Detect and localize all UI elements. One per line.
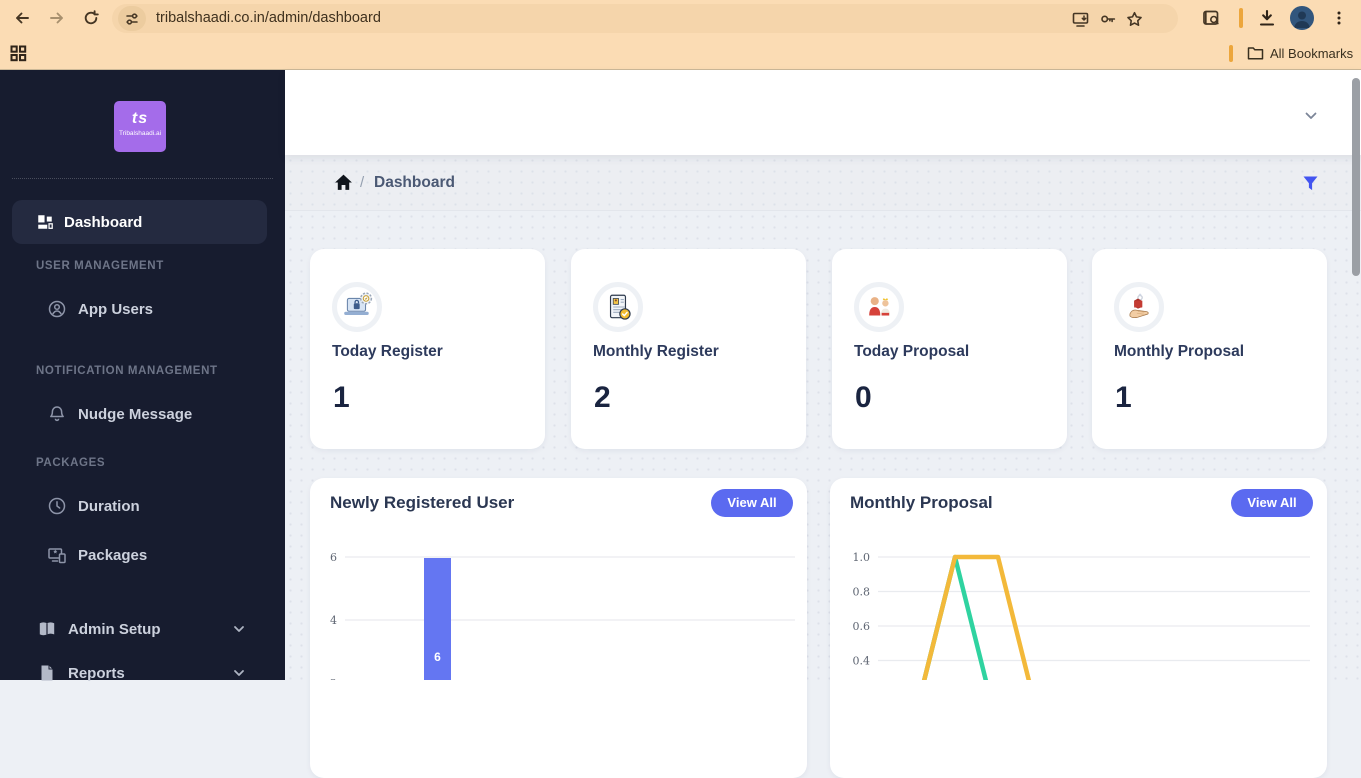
download-icon[interactable]: [1256, 7, 1278, 29]
view-all-button[interactable]: View All: [711, 489, 793, 517]
chart-title: Monthly Proposal: [850, 493, 993, 512]
book-icon: [39, 622, 55, 636]
laptop-register-icon: [332, 282, 382, 332]
app-logo[interactable]: ts Tribalshaadi.ai: [114, 101, 166, 152]
divider-bar: [1239, 8, 1243, 28]
couple-icon: [854, 282, 904, 332]
sidebar-section-notification-management: NOTIFICATION MANAGEMENT: [36, 365, 218, 377]
view-all-button[interactable]: View All: [1231, 489, 1313, 517]
svg-text:0.8: 0.8: [853, 586, 871, 599]
tune-icon: [126, 12, 138, 25]
bell-icon: [50, 406, 64, 422]
bookmarks-bar: All Bookmarks: [0, 37, 1361, 70]
sidebar-item-duration[interactable]: Duration: [47, 494, 140, 518]
page-header: [285, 70, 1361, 155]
browser-toolbar: tribalshaadi.co.in/admin/dashboard: [0, 0, 1361, 37]
chart-title: Newly Registered User: [330, 493, 515, 512]
scrollbar-thumb[interactable]: [1352, 78, 1360, 276]
sidebar-divider: [12, 178, 273, 179]
star-icon[interactable]: [1124, 9, 1144, 29]
dashboard-icon: [36, 213, 54, 231]
report-icon: [41, 665, 53, 681]
breadcrumb: / Dashboard: [285, 155, 1361, 211]
stat-card-today-register: Today Register 1: [310, 249, 545, 449]
breadcrumb-page[interactable]: Dashboard: [374, 155, 455, 211]
sidebar-item-app-users[interactable]: App Users: [47, 297, 153, 321]
screen-download-icon[interactable]: [1070, 9, 1090, 29]
svg-text:1.0: 1.0: [853, 551, 871, 564]
sidebar-item-dashboard[interactable]: Dashboard: [12, 200, 267, 244]
sidebar-item-label: Dashboard: [64, 213, 143, 231]
sidebar: ts Tribalshaadi.ai Dashboard USER MANAGE…: [0, 70, 285, 682]
svg-text:4: 4: [330, 614, 337, 627]
stat-label: Today Proposal: [854, 343, 970, 360]
svg-text:0.6: 0.6: [853, 620, 871, 633]
stat-card-today-proposal: Today Proposal 0: [832, 249, 1067, 449]
hand-ring-icon: [1114, 282, 1164, 332]
bar-chart: 6 4 2 6: [330, 551, 795, 680]
sidebar-item-label: App Users: [78, 300, 154, 318]
stat-label: Monthly Proposal: [1114, 343, 1245, 360]
apps-grid-icon[interactable]: [8, 41, 28, 65]
line-series-green[interactable]: [912, 554, 998, 680]
svg-text:6: 6: [330, 551, 337, 564]
chevron-down-icon: [234, 626, 244, 632]
sidebar-section-user-management: USER MANAGEMENT: [36, 260, 164, 272]
user-circle-icon: [48, 300, 66, 318]
search-tab-icon[interactable]: [1200, 7, 1222, 29]
stat-value: 1: [1115, 381, 1132, 414]
devices-icon: [48, 548, 66, 564]
kebab-menu-icon[interactable]: [1330, 8, 1348, 28]
sidebar-section-packages: PACKAGES: [36, 457, 106, 469]
stat-label: Today Register: [332, 343, 443, 360]
folder-icon: [1246, 45, 1264, 62]
url-text[interactable]: tribalshaadi.co.in/admin/dashboard: [156, 4, 381, 33]
document-check-icon: [593, 282, 643, 332]
logo-glyph: ts: [131, 110, 149, 127]
divider-bar: [1229, 45, 1233, 62]
chart-card-newly-registered: Newly Registered User View All 6 4 2 6: [310, 478, 807, 778]
chevron-down-icon: [234, 670, 244, 676]
stat-card-monthly-proposal: Monthly Proposal 1: [1092, 249, 1327, 449]
sidebar-item-packages[interactable]: Packages: [47, 543, 147, 567]
sidebar-item-label: Packages: [78, 546, 148, 564]
forward-icon[interactable]: [47, 8, 67, 28]
all-bookmarks-button[interactable]: All Bookmarks: [1270, 37, 1353, 70]
line-chart: 1.0 0.8 0.6 0.4: [853, 551, 1310, 680]
home-icon[interactable]: [334, 173, 353, 192]
key-icon[interactable]: [1098, 9, 1118, 29]
chevron-down-icon: [1305, 112, 1317, 119]
sidebar-item-label: Reports: [68, 664, 125, 682]
sidebar-item-admin-setup[interactable]: Admin Setup: [37, 617, 247, 641]
filter-icon[interactable]: [1302, 175, 1319, 192]
reload-icon[interactable]: [81, 8, 101, 28]
line-series-yellow[interactable]: [912, 554, 1041, 680]
stat-label: Monthly Register: [593, 343, 719, 360]
user-menu-chevron[interactable]: [1303, 108, 1319, 124]
stat-value: 1: [333, 381, 350, 414]
breadcrumb-separator: /: [360, 174, 365, 191]
sidebar-item-reports[interactable]: Reports: [37, 661, 247, 685]
url-bar[interactable]: tribalshaadi.co.in/admin/dashboard: [112, 4, 1178, 33]
stat-value: 0: [855, 381, 872, 414]
svg-text:0.4: 0.4: [853, 655, 871, 668]
chart-card-monthly-proposal: Monthly Proposal View All 1.0 0.8 0.6 0.…: [830, 478, 1327, 778]
back-icon[interactable]: [12, 8, 32, 28]
svg-text:6: 6: [434, 650, 441, 664]
stat-value: 2: [594, 381, 611, 414]
logo-name: Tribalshaadi.ai: [118, 130, 162, 137]
sidebar-item-label: Duration: [78, 497, 140, 515]
sidebar-item-nudge-message[interactable]: Nudge Message: [47, 402, 192, 426]
clock-icon: [48, 497, 66, 515]
profile-avatar[interactable]: [1290, 6, 1314, 30]
stat-card-monthly-register: Monthly Register 2: [571, 249, 806, 449]
sidebar-item-label: Nudge Message: [78, 405, 193, 423]
site-info-button[interactable]: [118, 6, 146, 31]
sidebar-item-label: Admin Setup: [68, 620, 161, 638]
